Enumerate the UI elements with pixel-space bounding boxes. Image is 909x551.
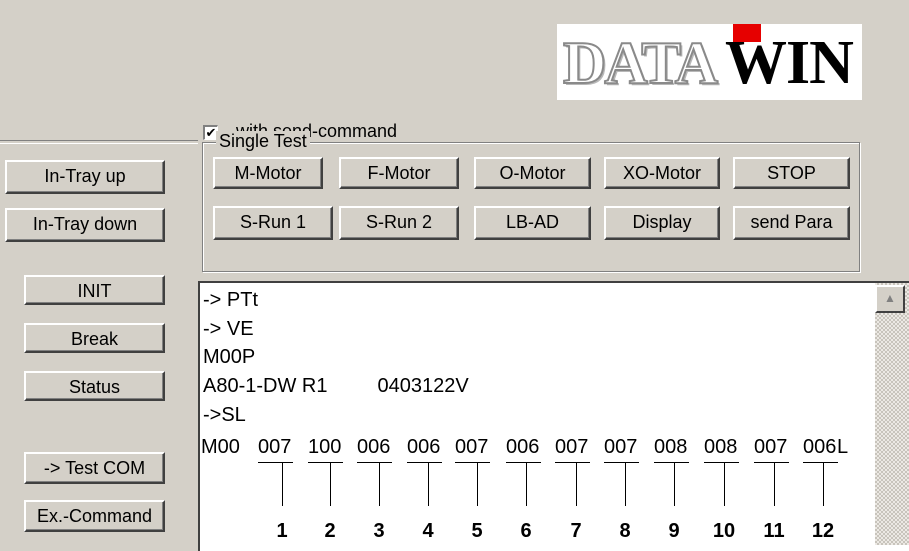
console-line: M00P bbox=[203, 346, 256, 368]
data-value: 006 bbox=[506, 436, 540, 458]
data-value: 008 bbox=[704, 436, 738, 458]
value-tick bbox=[477, 462, 478, 506]
logo-win-text: WIN bbox=[725, 29, 854, 97]
value-tick bbox=[674, 462, 675, 506]
value-tick bbox=[576, 462, 577, 506]
xo-motor-button[interactable]: XO-Motor bbox=[604, 157, 720, 189]
value-underline bbox=[455, 462, 490, 463]
value-index: 7 bbox=[570, 520, 582, 542]
s-run-1-button[interactable]: S-Run 1 bbox=[213, 206, 333, 240]
data-value: 007 bbox=[258, 436, 292, 458]
data-line-suffix: L bbox=[837, 436, 849, 458]
value-underline bbox=[506, 462, 541, 463]
data-line-prefix: M00 bbox=[201, 436, 240, 458]
value-underline bbox=[704, 462, 739, 463]
console-output[interactable]: -> PTt -> VE M00P A80-1-DW R1 0403122V -… bbox=[198, 281, 909, 551]
console-line: -> PTt bbox=[203, 289, 259, 311]
value-index: 12 bbox=[811, 520, 835, 542]
value-index: 4 bbox=[422, 520, 434, 542]
data-value: 006 bbox=[357, 436, 391, 458]
datawin-logo: DATA WIN bbox=[557, 24, 862, 100]
value-underline bbox=[357, 462, 392, 463]
console-line: ->SL bbox=[203, 404, 246, 426]
value-tick bbox=[625, 462, 626, 506]
logo-data-text: DATA bbox=[562, 30, 719, 96]
console-scrollbar[interactable] bbox=[875, 283, 909, 545]
data-value: 007 bbox=[754, 436, 788, 458]
data-value: 100 bbox=[308, 436, 342, 458]
display-button[interactable]: Display bbox=[604, 206, 720, 240]
ex-command-button[interactable]: Ex.-Command bbox=[24, 500, 165, 532]
value-index: 9 bbox=[668, 520, 680, 542]
left-divider bbox=[0, 140, 198, 144]
value-tick bbox=[282, 462, 283, 506]
value-tick bbox=[526, 462, 527, 506]
value-tick bbox=[774, 462, 775, 506]
console-line: A80-1-DW R1 0403122V bbox=[203, 375, 469, 397]
value-tick bbox=[823, 462, 824, 506]
data-value: 007 bbox=[555, 436, 589, 458]
init-button[interactable]: INIT bbox=[24, 275, 165, 305]
value-underline bbox=[604, 462, 639, 463]
m-motor-button[interactable]: M-Motor bbox=[213, 157, 323, 189]
value-underline bbox=[754, 462, 789, 463]
in-tray-down-button[interactable]: In-Tray down bbox=[5, 208, 165, 242]
value-tick bbox=[330, 462, 331, 506]
value-index: 10 bbox=[712, 520, 736, 542]
stop-button[interactable]: STOP bbox=[733, 157, 850, 189]
value-underline bbox=[308, 462, 343, 463]
test-com-button[interactable]: -> Test COM bbox=[24, 452, 165, 484]
f-motor-button[interactable]: F-Motor bbox=[339, 157, 459, 189]
data-value: 006 bbox=[407, 436, 441, 458]
value-underline bbox=[654, 462, 689, 463]
value-underline bbox=[407, 462, 442, 463]
value-index: 3 bbox=[373, 520, 385, 542]
value-index: 11 bbox=[763, 520, 785, 542]
console-line: -> VE bbox=[203, 318, 254, 340]
value-underline bbox=[803, 462, 838, 463]
value-index: 2 bbox=[324, 520, 336, 542]
data-value: 006 bbox=[803, 436, 837, 458]
lb-ad-button[interactable]: LB-AD bbox=[474, 206, 591, 240]
in-tray-up-button[interactable]: In-Tray up bbox=[5, 160, 165, 194]
send-para-button[interactable]: send Para bbox=[733, 206, 850, 240]
value-index: 6 bbox=[520, 520, 532, 542]
data-value: 008 bbox=[654, 436, 688, 458]
single-test-label: Single Test bbox=[216, 131, 310, 152]
value-index: 5 bbox=[471, 520, 483, 542]
value-tick bbox=[428, 462, 429, 506]
value-tick bbox=[379, 462, 380, 506]
value-tick bbox=[724, 462, 725, 506]
scroll-up-arrow-icon[interactable]: ▲ bbox=[875, 285, 905, 313]
break-button[interactable]: Break bbox=[24, 323, 165, 353]
data-value: 007 bbox=[455, 436, 489, 458]
value-underline bbox=[258, 462, 293, 463]
o-motor-button[interactable]: O-Motor bbox=[474, 157, 591, 189]
status-button[interactable]: Status bbox=[24, 371, 165, 401]
s-run-2-button[interactable]: S-Run 2 bbox=[339, 206, 459, 240]
value-index: 1 bbox=[276, 520, 288, 542]
value-underline bbox=[555, 462, 590, 463]
value-index: 8 bbox=[619, 520, 631, 542]
data-value: 007 bbox=[604, 436, 638, 458]
